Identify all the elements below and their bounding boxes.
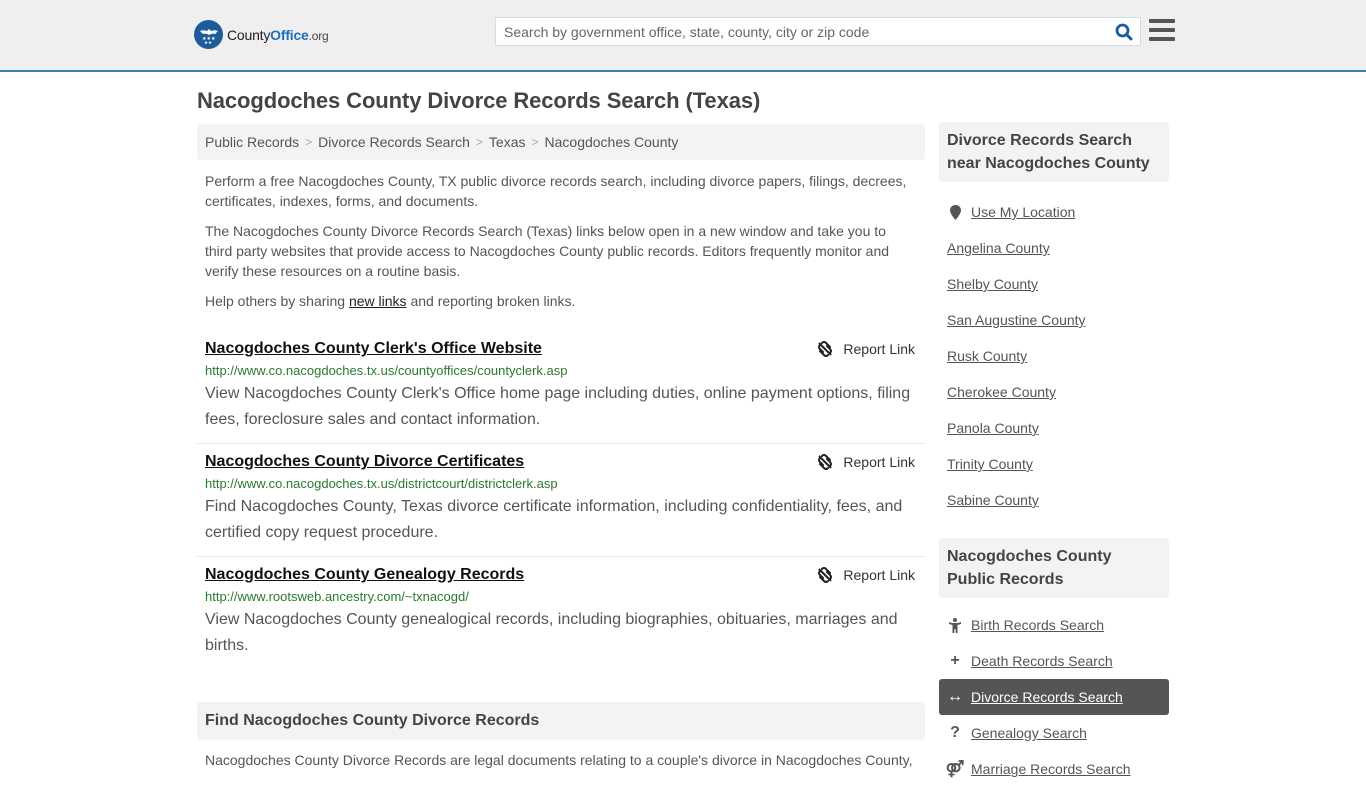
site-header: ★★★ ★★ CountyOffice.org — [0, 0, 1366, 72]
logo-text: CountyOffice.org — [227, 26, 329, 43]
genealogy-link[interactable]: Genealogy Search — [971, 725, 1087, 741]
broken-link-icon — [818, 341, 833, 357]
search-button[interactable] — [1108, 18, 1140, 45]
result-item: Nacogdoches County Genealogy Records Rep… — [197, 557, 925, 669]
nearby-county-item[interactable]: San Augustine County — [939, 302, 1169, 338]
use-my-location-link[interactable]: Use My Location — [971, 204, 1075, 220]
child-icon — [947, 617, 963, 633]
county-link[interactable]: Angelina County — [947, 240, 1050, 256]
nearby-list: Use My Location Angelina County Shelby C… — [939, 194, 1169, 518]
sidebar-item-marriage-records[interactable]: ⚤ Marriage Records Search — [939, 751, 1169, 787]
result-item: Nacogdoches County Divorce Certificates … — [197, 444, 925, 557]
county-link[interactable]: Cherokee County — [947, 384, 1056, 400]
nearby-county-item[interactable]: Angelina County — [939, 230, 1169, 266]
breadcrumb-nacogdoches-county[interactable]: Nacogdoches County — [545, 134, 679, 150]
sidebar-item-birth-records[interactable]: Birth Records Search — [939, 607, 1169, 643]
report-link-button[interactable]: Report Link — [817, 452, 915, 472]
result-description: View Nacogdoches County genealogical rec… — [205, 611, 898, 654]
plus-icon: + — [950, 652, 960, 669]
result-url: http://www.rootsweb.ancestry.com/~txnaco… — [205, 589, 469, 604]
sidebar: Divorce Records Search near Nacogdoches … — [939, 122, 1169, 787]
arrows-horizontal-icon: ↔ — [947, 688, 963, 705]
search-icon — [1115, 23, 1133, 40]
breadcrumb-divorce-records-search[interactable]: Divorce Records Search — [318, 134, 470, 150]
breadcrumb-separator: > — [475, 135, 483, 149]
report-link-button[interactable]: Report Link — [817, 565, 915, 585]
public-records-heading: Nacogdoches County Public Records — [939, 538, 1169, 598]
question-icon: ? — [950, 724, 960, 741]
broken-link-icon — [818, 567, 833, 583]
result-url: http://www.co.nacogdoches.tx.us/countyof… — [205, 363, 568, 378]
nearby-county-item[interactable]: Sabine County — [939, 482, 1169, 518]
county-link[interactable]: San Augustine County — [947, 312, 1086, 328]
county-link[interactable]: Trinity County — [947, 456, 1033, 472]
nearby-county-item[interactable]: Rusk County — [939, 338, 1169, 374]
search-box — [495, 17, 1141, 46]
birth-records-link[interactable]: Birth Records Search — [971, 617, 1104, 633]
divorce-records-link[interactable]: Divorce Records Search — [971, 689, 1123, 705]
help-paragraph: Help others by sharing new links and rep… — [205, 293, 576, 309]
result-item: Nacogdoches County Clerk's Office Websit… — [197, 331, 925, 444]
sidebar-item-divorce-records[interactable]: ↔ Divorce Records Search — [939, 679, 1169, 715]
result-description: Find Nacogdoches County, Texas divorce c… — [205, 498, 903, 541]
death-records-link[interactable]: Death Records Search — [971, 653, 1113, 669]
county-link[interactable]: Rusk County — [947, 348, 1027, 364]
result-title-link[interactable]: Nacogdoches County Genealogy Records — [205, 565, 524, 585]
results-list: Nacogdoches County Clerk's Office Websit… — [197, 331, 925, 669]
sidebar-item-genealogy[interactable]: ? Genealogy Search — [939, 715, 1169, 751]
result-description: View Nacogdoches County Clerk's Office h… — [205, 385, 911, 428]
intro-paragraph: Perform a free Nacogdoches County, TX pu… — [205, 173, 907, 209]
nearby-county-item[interactable]: Trinity County — [939, 446, 1169, 482]
nearby-county-item[interactable]: Panola County — [939, 410, 1169, 446]
breadcrumb: Public Records > Divorce Records Search … — [197, 124, 925, 160]
intro-paragraph: The Nacogdoches County Divorce Records S… — [205, 223, 890, 279]
menu-bar — [1149, 19, 1175, 23]
county-link[interactable]: Shelby County — [947, 276, 1038, 292]
site-logo[interactable]: ★★★ ★★ CountyOffice.org — [194, 20, 329, 49]
result-title-link[interactable]: Nacogdoches County Clerk's Office Websit… — [205, 339, 542, 359]
svg-text:★★: ★★ — [204, 40, 213, 45]
find-records-text: Nacogdoches County Divorce Records are l… — [205, 752, 913, 768]
nearby-county-item[interactable]: Shelby County — [939, 266, 1169, 302]
breadcrumb-public-records[interactable]: Public Records — [205, 134, 299, 150]
county-link[interactable]: Sabine County — [947, 492, 1039, 508]
breadcrumb-separator: > — [531, 135, 539, 149]
breadcrumb-texas[interactable]: Texas — [489, 134, 526, 150]
result-url: http://www.co.nacogdoches.tx.us/district… — [205, 476, 558, 491]
result-title-link[interactable]: Nacogdoches County Divorce Certificates — [205, 452, 524, 472]
menu-bar — [1149, 28, 1175, 32]
nearby-heading: Divorce Records Search near Nacogdoches … — [939, 122, 1169, 182]
report-link-button[interactable]: Report Link — [817, 339, 915, 359]
menu-bar — [1149, 37, 1175, 41]
eagle-logo-icon: ★★★ ★★ — [194, 20, 223, 49]
use-my-location-item[interactable]: Use My Location — [939, 194, 1169, 230]
county-link[interactable]: Panola County — [947, 420, 1039, 436]
sidebar-item-death-records[interactable]: + Death Records Search — [939, 643, 1169, 679]
hamburger-menu-button[interactable] — [1149, 19, 1175, 43]
main-content: Public Records > Divorce Records Search … — [197, 124, 925, 669]
intro: Perform a free Nacogdoches County, TX pu… — [197, 171, 925, 311]
search-input[interactable] — [496, 18, 1108, 45]
marriage-icon: ⚤ — [945, 761, 965, 778]
new-links-link[interactable]: new links — [349, 293, 407, 309]
broken-link-icon — [818, 454, 833, 470]
nearby-county-item[interactable]: Cherokee County — [939, 374, 1169, 410]
page-title: Nacogdoches County Divorce Records Searc… — [197, 88, 761, 113]
marriage-records-link[interactable]: Marriage Records Search — [971, 761, 1131, 777]
map-marker-icon — [947, 204, 963, 220]
public-records-list: Birth Records Search + Death Records Sea… — [939, 607, 1169, 787]
breadcrumb-separator: > — [305, 135, 313, 149]
find-records-heading: Find Nacogdoches County Divorce Records — [197, 702, 925, 740]
